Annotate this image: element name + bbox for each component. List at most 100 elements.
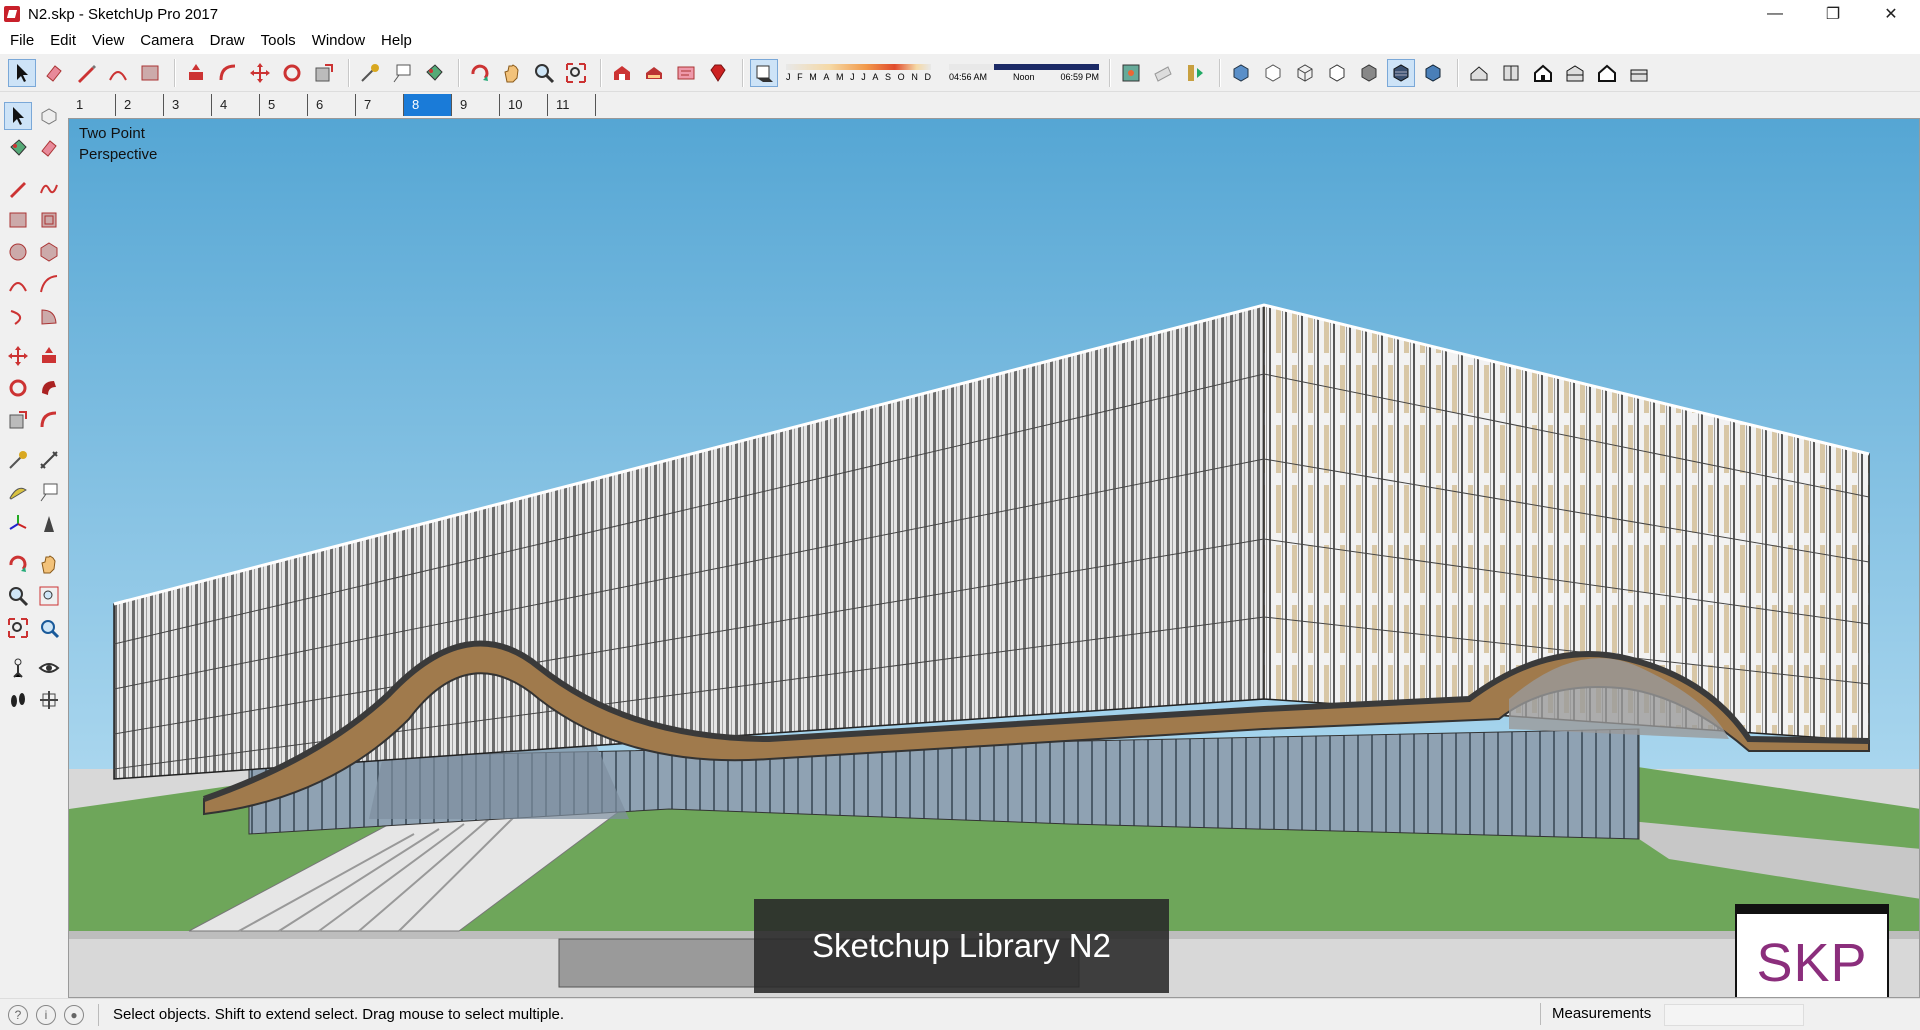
orbit-tool-button[interactable] (4, 550, 32, 578)
scene-tab-active[interactable]: 8 (404, 94, 452, 116)
iso-view-button[interactable] (1465, 59, 1493, 87)
time-slider[interactable] (949, 63, 1099, 70)
monochrome-button[interactable] (1419, 59, 1447, 87)
push-pull-tool-button[interactable] (35, 342, 63, 370)
rectangle-tool-button[interactable] (136, 59, 164, 87)
scale-tool-button[interactable] (4, 406, 32, 434)
share-model-button[interactable] (640, 59, 668, 87)
rectangle-tool-button[interactable] (4, 206, 32, 234)
zoom-extents-button[interactable] (4, 614, 32, 642)
offset-tool-button[interactable] (35, 406, 63, 434)
push-pull-tool-button[interactable] (182, 59, 210, 87)
eraser-tool-button[interactable] (35, 134, 63, 162)
measurements-input[interactable] (1664, 1004, 1804, 1026)
paint-bucket-tool-button[interactable] (4, 134, 32, 162)
date-slider[interactable] (786, 63, 931, 70)
section-plane-button[interactable] (1117, 59, 1145, 87)
move-tool-button[interactable] (246, 59, 274, 87)
menu-help[interactable]: Help (373, 28, 420, 54)
3d-text-tool-button[interactable] (35, 510, 63, 538)
warehouse-button[interactable] (608, 59, 636, 87)
previous-view-button[interactable] (35, 614, 63, 642)
zoom-tool-button[interactable] (4, 582, 32, 610)
protractor-tool-button[interactable] (4, 478, 32, 506)
eraser-tool-button[interactable] (40, 59, 68, 87)
shaded-with-textures-button[interactable] (1387, 58, 1415, 87)
rotated-rectangle-tool-button[interactable] (35, 206, 63, 234)
tape-measure-tool-button[interactable] (4, 446, 32, 474)
follow-me-tool-button[interactable] (35, 374, 63, 402)
restore-button[interactable]: ❐ (1804, 0, 1862, 28)
polygon-tool-button[interactable] (35, 238, 63, 266)
scale-tool-button[interactable] (310, 59, 338, 87)
display-section-planes-button[interactable] (1149, 59, 1177, 87)
minimize-button[interactable]: — (1746, 0, 1804, 28)
scene-tab[interactable]: 1 (68, 94, 116, 116)
dimension-tool-button[interactable] (35, 446, 63, 474)
geo-location-icon[interactable]: ? (8, 1004, 28, 1025)
freehand-tool-button[interactable] (35, 174, 63, 202)
section-plane-tool-button[interactable] (35, 686, 63, 714)
shaded-button[interactable] (1355, 59, 1383, 87)
make-component-button[interactable] (35, 102, 63, 130)
back-edges-button[interactable] (1259, 59, 1287, 87)
scene-tab[interactable]: 9 (452, 94, 500, 116)
scene-tab[interactable]: 7 (356, 94, 404, 116)
menu-edit[interactable]: Edit (42, 28, 84, 54)
three-point-arc-tool-button[interactable] (4, 302, 32, 330)
pan-tool-button[interactable] (35, 550, 63, 578)
right-view-button[interactable] (1561, 59, 1589, 87)
zoom-tool-button[interactable] (530, 59, 558, 87)
tape-measure-tool-button[interactable] (356, 59, 384, 87)
line-tool-button[interactable] (72, 59, 100, 87)
pie-tool-button[interactable] (35, 302, 63, 330)
user-account-icon[interactable]: ● (64, 1004, 84, 1025)
scene-tab[interactable]: 5 (260, 94, 308, 116)
menu-window[interactable]: Window (304, 28, 373, 54)
menu-tools[interactable]: Tools (253, 28, 304, 54)
rotate-tool-button[interactable] (4, 374, 32, 402)
shadow-date-panel[interactable]: J F M A M J J A S O N D (786, 58, 931, 88)
rotate-tool-button[interactable] (278, 59, 306, 87)
look-around-tool-button[interactable] (35, 654, 63, 682)
select-tool-button[interactable] (8, 58, 36, 87)
menu-camera[interactable]: Camera (132, 28, 201, 54)
scene-tab[interactable]: 3 (164, 94, 212, 116)
shadow-time-panel[interactable]: 04:56 AM Noon 06:59 PM (949, 58, 1099, 88)
menu-view[interactable]: View (84, 28, 132, 54)
offset-tool-button[interactable] (214, 59, 242, 87)
wireframe-button[interactable] (1291, 59, 1319, 87)
scene-tab[interactable]: 2 (116, 94, 164, 116)
back-view-button[interactable] (1593, 59, 1621, 87)
shadows-toggle-button[interactable] (750, 58, 778, 87)
section-cut-button[interactable] (1181, 59, 1209, 87)
top-view-button[interactable] (1497, 59, 1525, 87)
zoom-extents-button[interactable] (562, 59, 590, 87)
credits-icon[interactable]: i (36, 1004, 56, 1025)
arc-tool-button[interactable] (4, 270, 32, 298)
close-button[interactable]: ✕ (1862, 0, 1920, 28)
scene-tab[interactable]: 10 (500, 94, 548, 116)
text-tool-button[interactable] (35, 478, 63, 506)
axes-tool-button[interactable] (4, 510, 32, 538)
scene-tab[interactable]: 6 (308, 94, 356, 116)
scene-tab[interactable]: 11 (548, 94, 596, 116)
select-tool-button[interactable] (4, 102, 32, 130)
left-view-button[interactable] (1625, 59, 1653, 87)
two-point-arc-tool-button[interactable] (35, 270, 63, 298)
text-tool-button[interactable] (388, 59, 416, 87)
menu-file[interactable]: File (2, 28, 42, 54)
hidden-line-button[interactable] (1323, 59, 1351, 87)
arc-tool-button[interactable] (104, 59, 132, 87)
menu-draw[interactable]: Draw (202, 28, 253, 54)
walk-tool-button[interactable] (4, 686, 32, 714)
pan-tool-button[interactable] (498, 59, 526, 87)
extension-warehouse-button[interactable] (672, 59, 700, 87)
orbit-tool-button[interactable] (466, 59, 494, 87)
circle-tool-button[interactable] (4, 238, 32, 266)
line-tool-button[interactable] (4, 174, 32, 202)
ruby-console-button[interactable] (704, 59, 732, 87)
front-view-button[interactable] (1529, 59, 1557, 87)
paint-bucket-tool-button[interactable] (420, 59, 448, 87)
zoom-window-tool-button[interactable] (35, 582, 63, 610)
